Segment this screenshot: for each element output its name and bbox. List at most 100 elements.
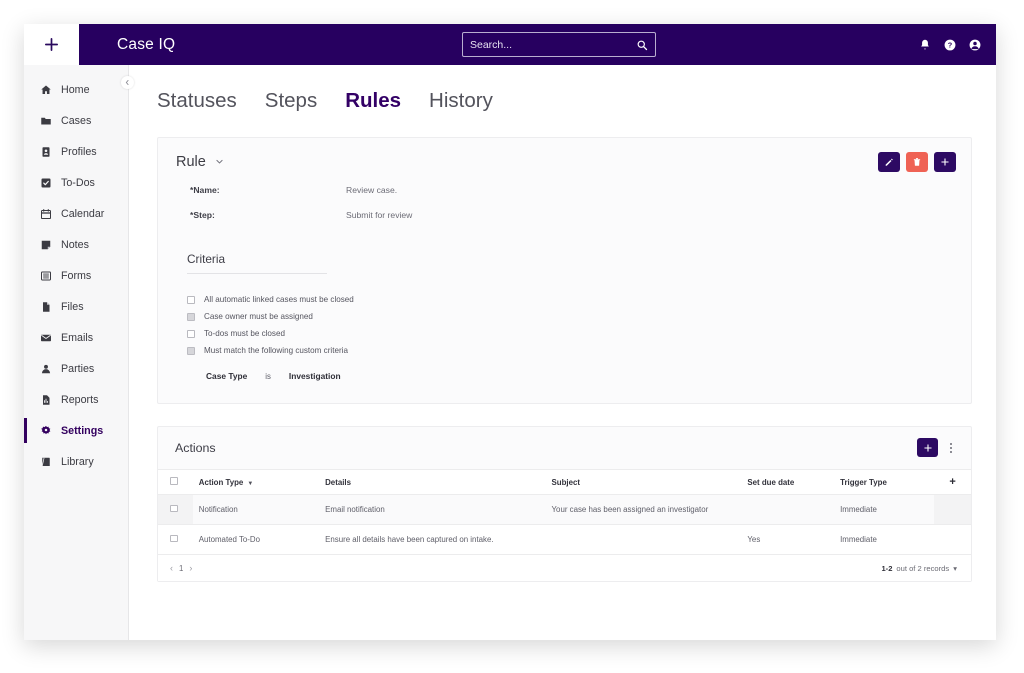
criteria-label: To-dos must be closed: [204, 329, 285, 338]
column-header-action-type[interactable]: Action Type ▼: [192, 469, 320, 495]
column-header-details[interactable]: Details: [319, 469, 546, 495]
sort-caret-icon[interactable]: ▼: [247, 481, 253, 487]
plus-icon[interactable]: +: [945, 474, 961, 490]
table-pagination: ‹ 1 › 1-2 out of 2 records ▾: [158, 555, 971, 581]
select-all-header[interactable]: [158, 469, 193, 495]
criteria-checkbox[interactable]: [187, 346, 195, 355]
sidebar-item-label: Parties: [61, 362, 95, 375]
column-header-trigger-type[interactable]: Trigger Type: [834, 469, 935, 495]
cell-action-type: Automated To-Do: [192, 524, 320, 555]
custom-criteria-row: Case Type is Investigation: [206, 371, 953, 381]
gear-icon: [40, 425, 52, 437]
cell-details: Email notification: [319, 494, 546, 525]
custom-criteria-value: Investigation: [288, 371, 341, 381]
tab-steps[interactable]: Steps: [265, 89, 317, 113]
kebab-menu-icon[interactable]: [944, 438, 958, 457]
tab-statuses[interactable]: Statuses: [157, 89, 237, 113]
file-icon: [40, 301, 52, 313]
column-chooser-header[interactable]: +: [934, 469, 971, 495]
criteria-item[interactable]: Case owner must be assigned: [187, 308, 953, 325]
help-circle-icon[interactable]: ?: [943, 38, 957, 52]
check-square-icon: [40, 177, 52, 189]
table-row[interactable]: Notification Email notification Your cas…: [158, 494, 971, 525]
criteria-item[interactable]: To-dos must be closed: [187, 325, 953, 342]
column-header-set-due-date[interactable]: Set due date: [741, 469, 835, 495]
criteria-label: Must match the following custom criteria: [204, 346, 348, 355]
sidebar-item-label: Notes: [61, 238, 89, 251]
chevron-left-icon[interactable]: ‹: [170, 563, 173, 573]
sidebar-item-calendar[interactable]: Calendar: [24, 198, 128, 229]
add-button[interactable]: [934, 152, 956, 172]
sidebar-item-forms[interactable]: Forms: [24, 260, 128, 291]
custom-criteria-field: Case Type: [206, 371, 248, 381]
row-select-cell[interactable]: [158, 524, 193, 555]
sidebar-item-emails[interactable]: Emails: [24, 322, 128, 353]
sidebar: Home Cases Profiles To-Dos Calendar Note…: [24, 65, 134, 640]
rule-card: Rule *Name: Review case. *Step: Submit f…: [157, 137, 972, 404]
row-checkbox[interactable]: [170, 534, 178, 543]
criteria-checkbox[interactable]: [187, 295, 195, 304]
plus-icon: [941, 158, 949, 166]
sidebar-item-files[interactable]: Files: [24, 291, 128, 322]
table-header-row: Action Type ▼ Details Subject Set due dat…: [158, 469, 971, 495]
tab-history[interactable]: History: [429, 89, 493, 113]
chevron-right-icon[interactable]: ›: [189, 563, 192, 573]
criteria-checkbox[interactable]: [187, 329, 195, 338]
criteria-item[interactable]: All automatic linked cases must be close…: [187, 291, 953, 308]
id-card-icon: [40, 146, 52, 158]
sidebar-item-reports[interactable]: Reports: [24, 384, 128, 415]
criteria-checkbox-list: All automatic linked cases must be close…: [187, 291, 953, 359]
cell-details: Ensure all details have been captured on…: [319, 524, 546, 555]
app-brand: Case IQ: [117, 35, 176, 53]
chevron-down-icon[interactable]: ▾: [953, 564, 957, 573]
select-all-checkbox[interactable]: [170, 477, 178, 485]
sidebar-item-library[interactable]: Library: [24, 446, 128, 477]
new-item-button[interactable]: [24, 24, 79, 65]
actions-table-body: Notification Email notification Your cas…: [158, 494, 971, 555]
add-action-button[interactable]: [917, 438, 938, 457]
sidebar-item-profiles[interactable]: Profiles: [24, 136, 128, 167]
search-input[interactable]: [470, 38, 636, 51]
tab-rules[interactable]: Rules: [345, 89, 401, 113]
sidebar-item-label: Reports: [61, 393, 99, 406]
rule-card-title: Rule: [176, 154, 206, 170]
row-checkbox[interactable]: [170, 504, 178, 513]
chevron-down-icon[interactable]: [215, 157, 224, 168]
row-select-cell[interactable]: [158, 494, 193, 525]
sidebar-item-notes[interactable]: Notes: [24, 229, 128, 260]
app-window: Case IQ ?: [24, 24, 996, 640]
person-icon: [40, 363, 52, 375]
sidebar-item-settings[interactable]: Settings: [24, 415, 128, 446]
cell-set-due-date: [741, 494, 835, 525]
page-number[interactable]: 1: [179, 564, 183, 573]
main-content: Statuses Steps Rules History Rule *Name:…: [129, 65, 996, 640]
table-row[interactable]: Automated To-Do Ensure all details have …: [158, 524, 971, 555]
delete-button[interactable]: [906, 152, 928, 172]
search-box[interactable]: [462, 32, 656, 57]
sidebar-item-label: Profiles: [61, 145, 97, 158]
report-icon: [40, 394, 52, 406]
sidebar-item-label: Files: [61, 300, 84, 313]
actions-card-title: Actions: [175, 441, 216, 455]
pencil-icon: [885, 158, 893, 166]
list-icon: [40, 270, 52, 282]
criteria-checkbox[interactable]: [187, 312, 195, 321]
sidebar-item-home[interactable]: Home: [24, 74, 128, 105]
sidebar-item-label: Forms: [61, 269, 92, 282]
criteria-divider: [187, 273, 327, 274]
search-icon[interactable]: [636, 39, 648, 51]
rule-field-step: *Step: Submit for review: [176, 210, 953, 220]
edit-button[interactable]: [878, 152, 900, 172]
record-count[interactable]: 1-2 out of 2 records ▾: [881, 564, 957, 573]
account-circle-icon[interactable]: [968, 38, 982, 52]
criteria-item[interactable]: Must match the following custom criteria: [187, 342, 953, 359]
sidebar-item-cases[interactable]: Cases: [24, 105, 128, 136]
cell-subject: Your case has been assigned an investiga…: [545, 494, 742, 525]
column-header-subject[interactable]: Subject: [545, 469, 742, 495]
field-value: Submit for review: [346, 210, 413, 220]
sidebar-item-todos[interactable]: To-Dos: [24, 167, 128, 198]
sidebar-item-parties[interactable]: Parties: [24, 353, 128, 384]
calendar-icon: [40, 208, 52, 220]
notifications-bell-icon[interactable]: [918, 38, 932, 52]
note-icon: [40, 239, 52, 251]
